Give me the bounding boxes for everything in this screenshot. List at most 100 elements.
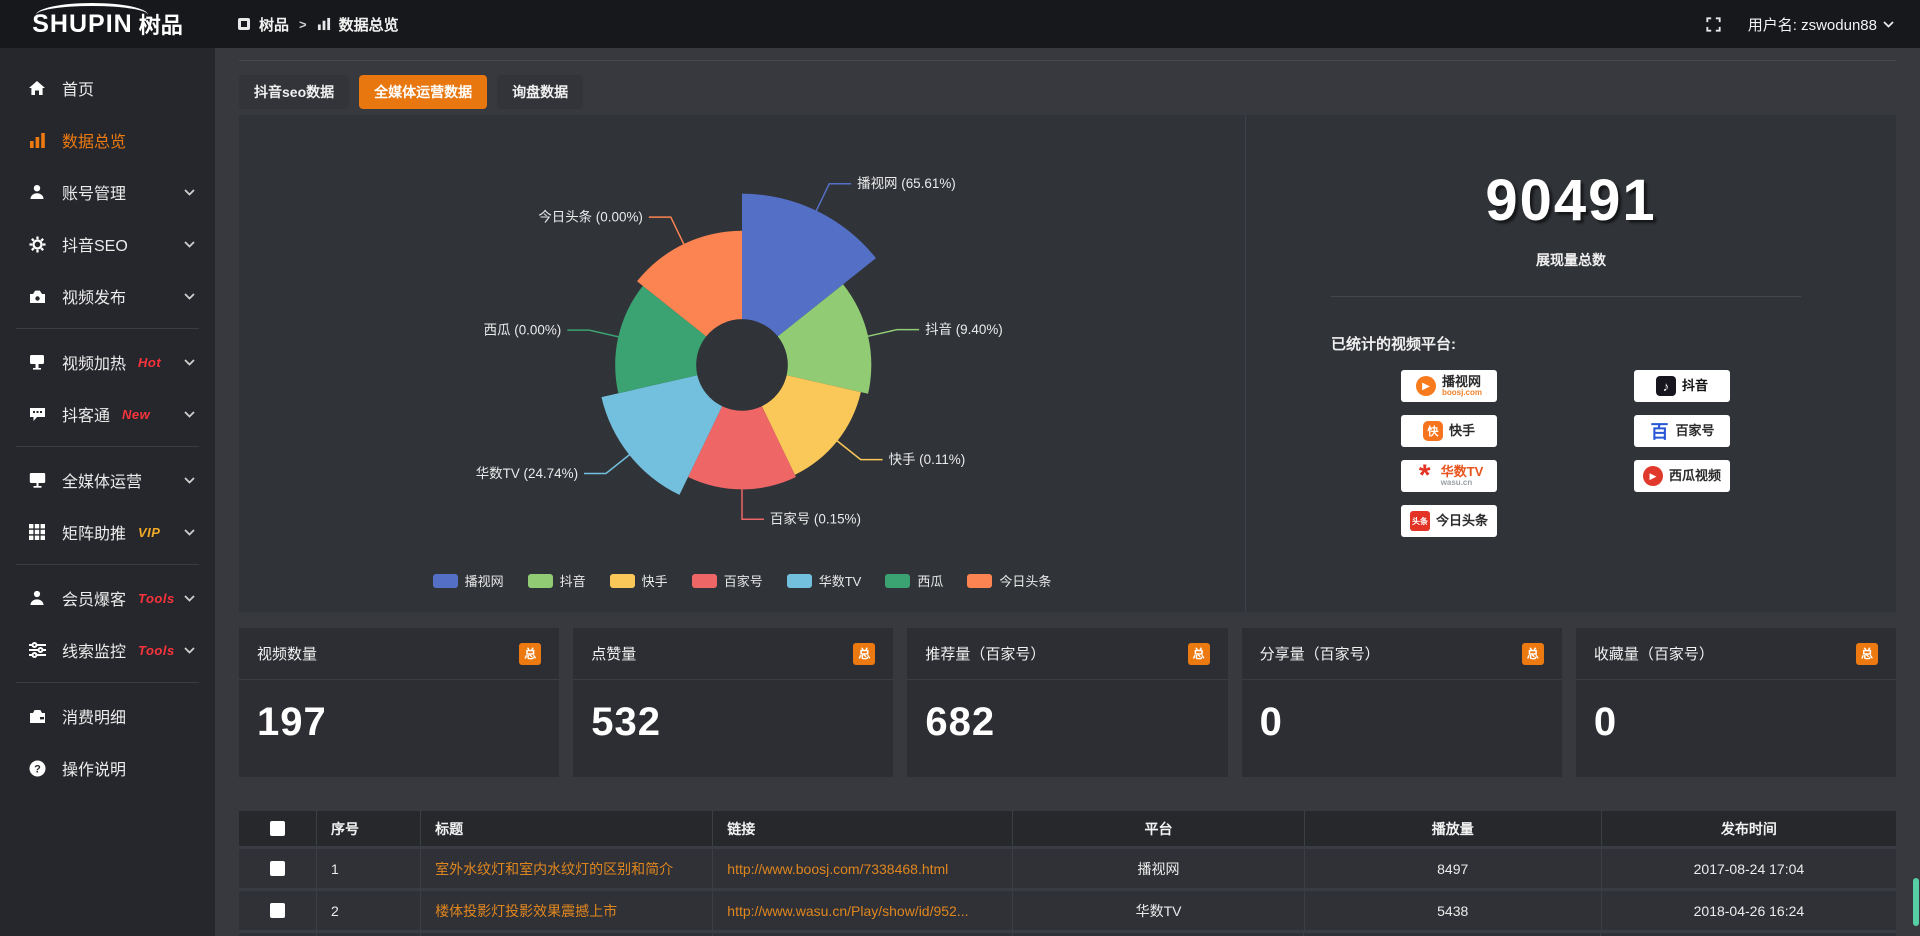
platform-badge-text: 今日头条 (1436, 514, 1488, 528)
sidebar-item-全媒体运营[interactable]: 全媒体运营 (0, 454, 215, 506)
sidebar-item-消费明细[interactable]: 消费明细 (0, 690, 215, 742)
platform-domain: boosj.com (1442, 389, 1482, 397)
total-badge[interactable]: 总 (1856, 643, 1878, 665)
sidebar-item-数据总览[interactable]: 数据总览 (0, 114, 215, 166)
pie-label-line (567, 330, 619, 337)
sidebar-item-抖客通[interactable]: 抖客通 New (0, 388, 215, 440)
total-badge[interactable]: 总 (853, 643, 875, 665)
legend-item-今日头条[interactable]: 今日头条 (967, 571, 1051, 590)
legend-swatch (528, 574, 553, 588)
sidebar-item-label: 抖客通 (62, 402, 110, 426)
user-label: 用户名: zswodun88 (1748, 14, 1877, 35)
breadcrumb-current[interactable]: 数据总览 (339, 14, 399, 35)
user-menu[interactable]: 用户名: zswodun88 (1748, 14, 1894, 35)
tab-全媒体运营数据[interactable]: 全媒体运营数据 (359, 75, 487, 109)
chevron-down-icon (184, 293, 195, 300)
platform-name: 播视网 (1442, 375, 1481, 389)
chevron-down-icon (184, 411, 195, 418)
platform-badge-快手[interactable]: 快快手 (1401, 415, 1497, 447)
data-tabs: 抖音seo数据全媒体运营数据询盘数据 (239, 75, 1896, 109)
question-icon: ? (27, 760, 47, 777)
fullscreen-icon[interactable] (1705, 16, 1722, 33)
stat-card-收藏量（百家号）: 收藏量（百家号）总0 (1576, 628, 1896, 777)
chevron-down-icon (184, 647, 195, 654)
summary-panel: 90491 展现量总数 已统计的视频平台: ▶播视网boosj.com♪抖音快快… (1245, 115, 1896, 612)
platform-name: 华数TV (1441, 465, 1484, 479)
row-checkbox[interactable] (270, 861, 285, 876)
row-checkbox[interactable] (270, 903, 285, 918)
video-title-link[interactable]: 室外水纹灯和室内水纹灯的区别和简介 (435, 861, 673, 877)
sidebar-item-矩阵助推[interactable]: 矩阵助推VIP (0, 506, 215, 558)
platform-badge-西瓜视频[interactable]: ▶西瓜视频 (1634, 460, 1730, 492)
legend-item-播视网[interactable]: 播视网 (433, 571, 504, 590)
platform-badge-text: 西瓜视频 (1669, 469, 1721, 483)
user-icon (27, 184, 47, 200)
legend-item-百家号[interactable]: 百家号 (692, 571, 763, 590)
stat-card-header: 收藏量（百家号）总 (1576, 628, 1896, 680)
pie-label: 西瓜 (0.00%) (484, 323, 562, 338)
sidebar-item-会员爆客[interactable]: 会员爆客Tools (0, 572, 215, 624)
sidebar-item-抖音SEO[interactable]: 抖音SEO (0, 218, 215, 270)
platform-badge-百家号[interactable]: 百百家号 (1634, 415, 1730, 447)
filter-icon (27, 642, 47, 658)
stat-card-label: 点赞量 (591, 643, 636, 664)
stat-card-value: 682 (907, 680, 1227, 745)
legend-label: 快手 (642, 571, 668, 590)
total-badge[interactable]: 总 (519, 643, 541, 665)
top-bar: SHUPIN 树品 树品 > 数据总览 用户名: zswodun88 (0, 0, 1920, 48)
cell-platform: 播视网 (1013, 849, 1304, 891)
sidebar-item-label: 线索监控 (62, 638, 126, 662)
platform-badge-抖音[interactable]: ♪抖音 (1634, 370, 1730, 402)
rose-pie-chart: 播视网 (65.61%)抖音 (9.40%)快手 (0.11%)百家号 (0.1… (239, 115, 1245, 612)
stat-card-value: 0 (1576, 680, 1896, 745)
pie-label: 今日头条 (0.00%) (538, 209, 643, 225)
video-title-link[interactable]: 楼体投影灯投影效果震撼上市 (435, 903, 617, 919)
main-content: 抖音seo数据全媒体运营数据询盘数据 播视网 (65.61%)抖音 (9.40%… (215, 48, 1920, 936)
cell-link: http://www.wasu.cn/Play/show/id/952... (713, 891, 1013, 933)
total-badge[interactable]: 总 (1522, 643, 1544, 665)
cell-link: http://www.boosj.com/7338468.html (713, 849, 1013, 891)
select-all-checkbox[interactable] (270, 821, 285, 836)
cell-plays: 8497 (1305, 849, 1602, 891)
scrollbar-thumb[interactable] (1913, 878, 1919, 926)
sidebar-item-label: 全媒体运营 (62, 468, 142, 492)
tab-询盘数据[interactable]: 询盘数据 (497, 75, 583, 109)
app-logo[interactable]: SHUPIN 树品 (0, 0, 215, 48)
sidebar-item-label: 账号管理 (62, 180, 126, 204)
sidebar-item-视频发布[interactable]: 视频发布 (0, 270, 215, 322)
douyin-logo: ♪ (1656, 376, 1676, 396)
total-badge[interactable]: 总 (1188, 643, 1210, 665)
platform-badge-播视网[interactable]: ▶播视网boosj.com (1401, 370, 1497, 402)
pie-label-line (649, 217, 684, 245)
tab-抖音seo数据[interactable]: 抖音seo数据 (239, 75, 349, 109)
legend-item-快手[interactable]: 快手 (610, 571, 668, 590)
video-url-link[interactable]: http://www.wasu.cn/Play/show/id/952... (727, 903, 968, 919)
sidebar-item-首页[interactable]: 首页 (0, 62, 215, 114)
pie-label-line (837, 440, 883, 459)
sidebar-item-badge: New (122, 407, 150, 422)
column-header-link: 链接 (713, 811, 1013, 849)
sidebar-item-线索监控[interactable]: 线索监控Tools (0, 624, 215, 676)
breadcrumb-root[interactable]: 树品 (259, 14, 289, 35)
video-publish-icon (27, 289, 47, 304)
legend-item-西瓜[interactable]: 西瓜 (885, 571, 943, 590)
sidebar-item-label: 矩阵助推 (62, 520, 126, 544)
platform-grid: ▶播视网boosj.com♪抖音快快手百百家号*华数TVwasu.cn▶西瓜视频… (1401, 370, 1896, 537)
sidebar-item-操作说明[interactable]: ?操作说明 (0, 742, 215, 794)
wasu-logo: * (1415, 466, 1435, 486)
legend-item-华数TV[interactable]: 华数TV (787, 571, 862, 590)
chevron-down-icon (184, 595, 195, 602)
video-url-link[interactable]: http://www.boosj.com/7338468.html (727, 861, 948, 877)
cell-checkbox (239, 849, 317, 891)
sidebar-item-账号管理[interactable]: 账号管理 (0, 166, 215, 218)
sidebar-divider (16, 446, 199, 447)
table-header-row: 序号标题链接平台播放量发布时间 (239, 811, 1896, 849)
summary-divider (1331, 296, 1801, 297)
platform-badge-今日头条[interactable]: 头条今日头条 (1401, 505, 1497, 537)
sidebar-item-视频加热[interactable]: 视频加热Hot (0, 336, 215, 388)
total-impressions-value: 90491 (1246, 167, 1896, 234)
platform-badge-华数TV[interactable]: *华数TVwasu.cn (1401, 460, 1497, 492)
stat-card-header: 点赞量 总 (573, 628, 893, 680)
legend-item-抖音[interactable]: 抖音 (528, 571, 586, 590)
video-heat-icon (27, 354, 47, 370)
